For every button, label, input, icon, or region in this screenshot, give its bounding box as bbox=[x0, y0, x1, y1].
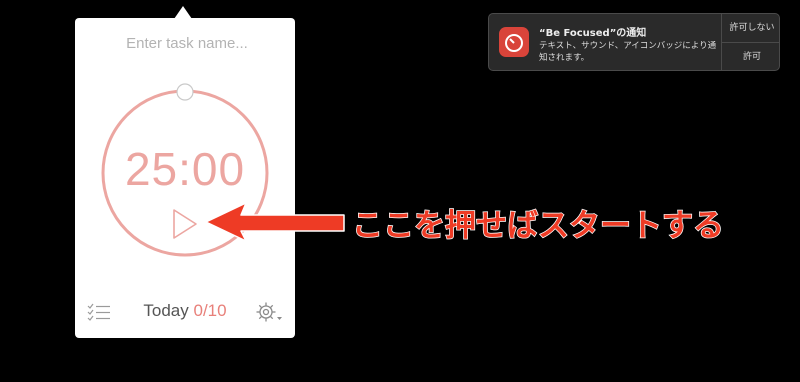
annotation-text: ここを押せばスタートする bbox=[351, 207, 725, 245]
notification-body: テキスト、サウンド、アイコンバッジにより通知されます。 bbox=[539, 41, 717, 63]
permission-notification: “Be Focused”の通知 テキスト、サウンド、アイコンバッジにより通知され… bbox=[488, 13, 780, 71]
deny-button[interactable]: 許可しない bbox=[722, 14, 779, 42]
app-icon-glyph bbox=[505, 34, 523, 52]
screen: 25:00 Today 0/10 bbox=[0, 0, 800, 382]
allow-button[interactable]: 許可 bbox=[722, 42, 779, 70]
notification-actions: 許可しない 許可 bbox=[721, 14, 779, 70]
notification-title: “Be Focused”の通知 bbox=[539, 28, 647, 39]
app-icon bbox=[499, 27, 529, 57]
